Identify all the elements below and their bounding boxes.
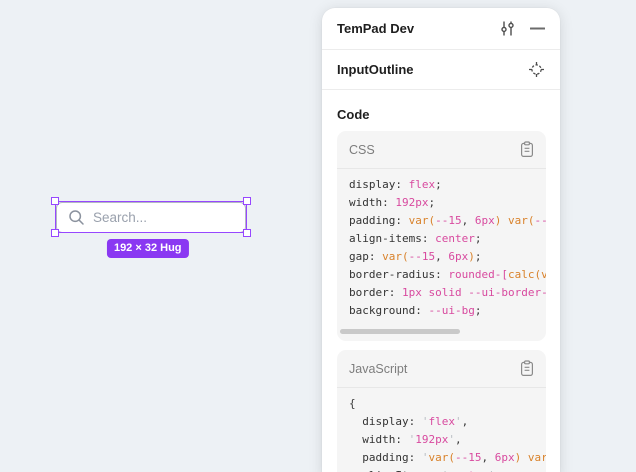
minimize-icon[interactable] [530,20,545,37]
panel-title: TemPad Dev [337,21,499,36]
code-section: Code CSS display: flex;width: 192px;padd… [322,90,560,472]
css-code[interactable]: display: flex;width: 192px;padding: var(… [337,169,546,325]
horizontal-scrollbar[interactable] [349,329,534,334]
search-icon [68,209,85,226]
js-code-block: JavaScript { display: 'flex', width: '19… [337,350,546,472]
js-block-label: JavaScript [349,362,520,376]
search-input-component[interactable]: Search... [56,202,246,233]
locate-target-icon[interactable] [528,61,545,78]
selected-element[interactable]: Search... 192 × 32 Hug [56,202,246,233]
size-badge: 192 × 32 Hug [107,239,189,258]
clipboard-copy-icon[interactable] [520,360,534,377]
selection-handle-bottom-left[interactable] [51,229,59,237]
selection-handle-top-left[interactable] [51,197,59,205]
component-name: InputOutline [337,62,528,77]
css-code-block: CSS display: flex;width: 192px;padding: … [337,131,546,341]
css-block-header: CSS [337,131,546,169]
component-row: InputOutline [322,50,560,90]
search-placeholder-text: Search... [93,210,147,225]
sliders-icon[interactable] [499,20,516,37]
clipboard-copy-icon[interactable] [520,141,534,158]
code-section-label: Code [337,107,546,122]
js-block-header: JavaScript [337,350,546,388]
css-block-label: CSS [349,143,520,157]
panel-header: TemPad Dev [322,8,560,50]
scrollbar-thumb[interactable] [340,329,460,334]
selection-handle-bottom-right[interactable] [243,229,251,237]
tempad-dev-panel: TemPad Dev InputOutline [322,8,560,472]
selection-handle-top-right[interactable] [243,197,251,205]
js-code[interactable]: { display: 'flex', width: '192px', paddi… [337,388,546,472]
